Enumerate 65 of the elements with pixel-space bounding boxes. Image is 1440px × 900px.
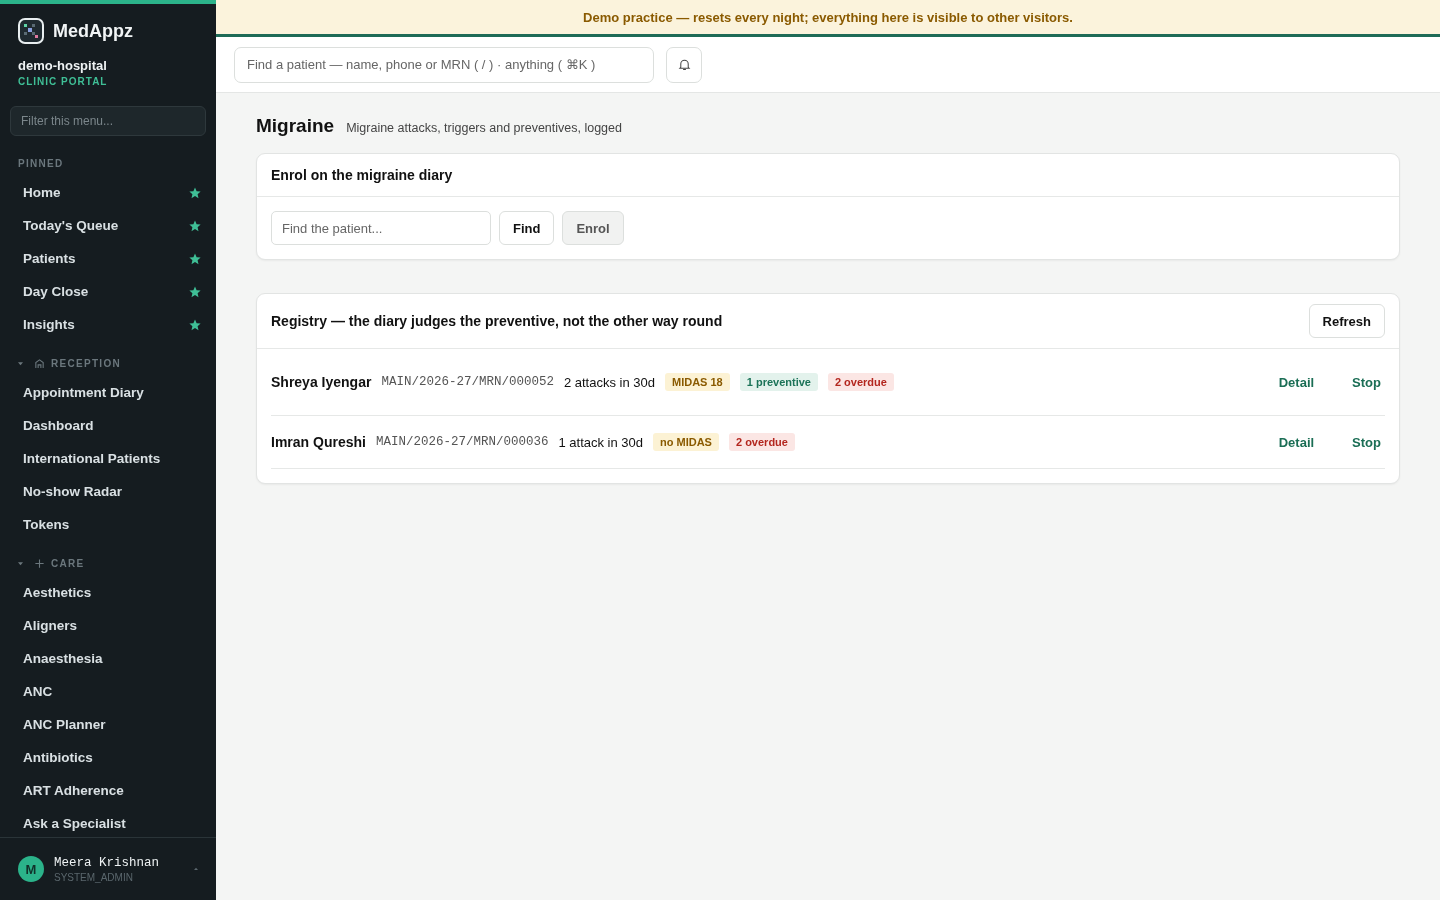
sidebar-item[interactable]: Insights (0, 308, 216, 341)
patient-name: Shreya Iyengar (271, 374, 372, 390)
sidebar-item[interactable]: ANC (0, 675, 216, 708)
sidebar-item[interactable]: ART Adherence (0, 774, 216, 807)
attack-count: 2 attacks in 30d (563, 374, 655, 390)
mrn-text: MAIN/2026-27/MRN/000036 (375, 435, 549, 449)
status-tag: MIDAS 18 (665, 373, 730, 391)
star-icon[interactable] (189, 186, 201, 199)
caret-icon[interactable] (194, 867, 198, 871)
sidebar-item[interactable]: Today's Queue (0, 209, 216, 242)
caret-icon[interactable] (18, 560, 23, 566)
row-action-link[interactable]: Stop (1352, 374, 1381, 390)
sidebar-item[interactable]: Antibiotics (0, 741, 216, 774)
org-name: demo-hospital (17, 57, 108, 73)
card-title: Enrol on the migraine diary (271, 167, 453, 183)
portal-label: CLINIC PORTAL (17, 75, 109, 87)
demo-banner: Demo practice — resets every night; everything here is visible to other visitors. (216, 0, 1440, 37)
page-subtitle: Migraine attacks, triggers and preventives, logged (346, 121, 622, 135)
find-button[interactable]: Find (499, 211, 555, 245)
row-action-link[interactable]: Detail (1278, 434, 1315, 450)
caret-icon[interactable] (18, 360, 23, 366)
sidebar-item[interactable]: Aligners (0, 609, 216, 642)
section-label: CARE (51, 557, 85, 569)
status-tag: 2 overdue (827, 373, 894, 391)
mrn-text: MAIN/2026-27/MRN/000052 (381, 375, 554, 389)
star-icon[interactable] (189, 252, 201, 265)
attack-count: 1 attack in 30d (558, 434, 643, 450)
status-tag: 1 preventive (739, 373, 818, 391)
status-tag: no MIDAS (653, 433, 719, 451)
patient-name: Imran Qureshi (271, 434, 366, 450)
card-title: Registry — the diary judges the preventive, not the other way round (271, 313, 723, 329)
patient-field[interactable]: Find the patient... (271, 211, 491, 245)
refresh-button[interactable]: Refresh (1308, 304, 1385, 338)
sidebar-item[interactable]: International Patients (0, 442, 216, 475)
sidebar-item[interactable]: Aesthetics (0, 576, 216, 609)
user-avatar: M (18, 856, 44, 882)
sidebar-item[interactable]: Day Close (0, 275, 216, 308)
section-label: RECEPTION (51, 357, 122, 369)
sidebar-item[interactable]: Dashboard (0, 409, 216, 442)
star-icon[interactable] (189, 285, 201, 298)
sidebar-item[interactable]: ANC Planner (0, 708, 216, 741)
menu-filter-field[interactable]: Filter this menu... (10, 106, 206, 136)
row-action-link[interactable]: Stop (1352, 434, 1381, 450)
brand-name: MedAppz (53, 20, 133, 42)
status-tag: 2 overdue (728, 433, 795, 451)
bell-icon (677, 58, 691, 71)
star-icon[interactable] (189, 318, 201, 331)
page-title: Migraine (256, 115, 335, 137)
sidebar-item[interactable]: Home (0, 176, 216, 209)
sidebar-item[interactable]: Appointment Diary (0, 376, 216, 409)
sidebar-item[interactable]: Tokens (0, 508, 216, 541)
sidebar-item[interactable]: Anaesthesia (0, 642, 216, 675)
user-name: Meera Krishnan (54, 855, 161, 870)
notifications-button[interactable] (666, 46, 702, 83)
row-action-link[interactable]: Detail (1278, 374, 1315, 390)
sidebar-item[interactable]: Ask a Specialist (0, 807, 216, 837)
patient-search-field[interactable]: Find a patient — name, phone or MRN ( / ) · anything ( ⌘K ) (234, 46, 654, 83)
section-label: PINNED (18, 157, 64, 169)
house-icon (34, 357, 45, 369)
plus-icon (34, 557, 45, 569)
user-role: SYSTEM_ADMIN (54, 871, 134, 883)
star-icon[interactable] (189, 219, 201, 232)
sidebar-item[interactable]: No-show Radar (0, 475, 216, 508)
logo-icon (18, 18, 44, 44)
sidebar-item[interactable]: Patients (0, 242, 216, 275)
